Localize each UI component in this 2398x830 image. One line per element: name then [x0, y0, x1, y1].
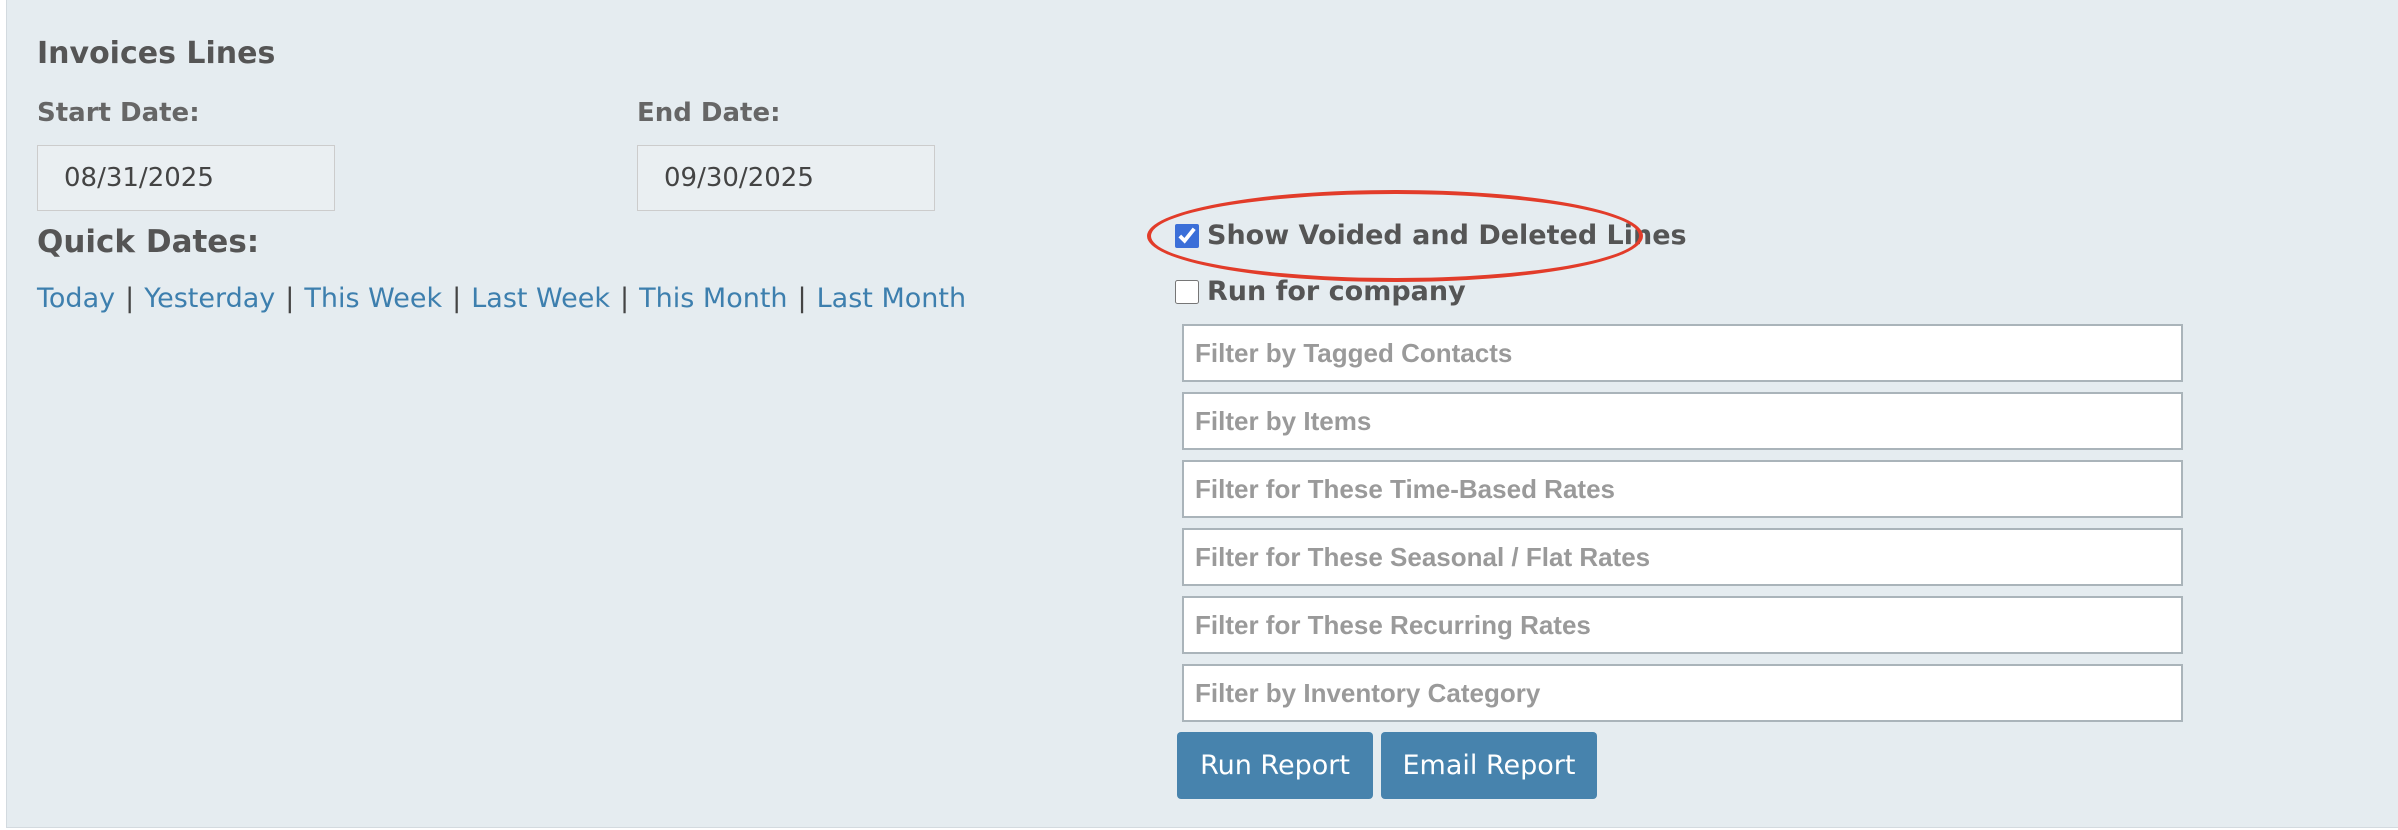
quick-date-today[interactable]: Today: [37, 283, 115, 314]
filter-time-based-rates-input[interactable]: [1182, 460, 2183, 518]
quick-dates-links: Today | Yesterday | This Week | Last Week | This…: [37, 283, 966, 314]
report-title: Invoices Lines: [37, 36, 276, 71]
filter-items-input[interactable]: [1182, 392, 2183, 450]
filter-seasonal-flat-rates-input[interactable]: [1182, 528, 2183, 586]
start-date-input[interactable]: [37, 145, 335, 211]
show-voided-label: Show Voided and Deleted Lines: [1207, 220, 1687, 251]
quick-date-yesterday[interactable]: Yesterday: [144, 283, 275, 314]
start-date-label: Start Date:: [37, 98, 200, 128]
quick-dates-label: Quick Dates:: [37, 224, 260, 260]
run-report-button[interactable]: Run Report: [1177, 732, 1373, 799]
quick-date-last-week[interactable]: Last Week: [471, 283, 610, 314]
run-for-company-option[interactable]: Run for company: [1175, 276, 1466, 307]
quick-date-separator: |: [452, 283, 462, 314]
quick-date-last-month[interactable]: Last Month: [817, 283, 966, 314]
quick-date-separator: |: [285, 283, 295, 314]
quick-date-separator: |: [620, 283, 630, 314]
report-panel: Invoices Lines Start Date: End Date: Qui…: [6, 0, 2398, 828]
quick-date-separator: |: [125, 283, 135, 314]
show-voided-option[interactable]: Show Voided and Deleted Lines: [1175, 220, 1687, 251]
filter-inventory-category-input[interactable]: [1182, 664, 2183, 722]
quick-date-this-month[interactable]: This Month: [639, 283, 787, 314]
quick-date-separator: |: [797, 283, 807, 314]
run-for-company-checkbox[interactable]: [1175, 279, 1199, 304]
filter-tagged-contacts-input[interactable]: [1182, 324, 2183, 382]
end-date-input[interactable]: [637, 145, 935, 211]
email-report-button[interactable]: Email Report: [1381, 732, 1597, 799]
filter-recurring-rates-input[interactable]: [1182, 596, 2183, 654]
end-date-label: End Date:: [637, 98, 781, 128]
run-for-company-label: Run for company: [1207, 276, 1466, 307]
show-voided-checkbox[interactable]: [1175, 223, 1199, 248]
quick-date-this-week[interactable]: This Week: [304, 283, 442, 314]
